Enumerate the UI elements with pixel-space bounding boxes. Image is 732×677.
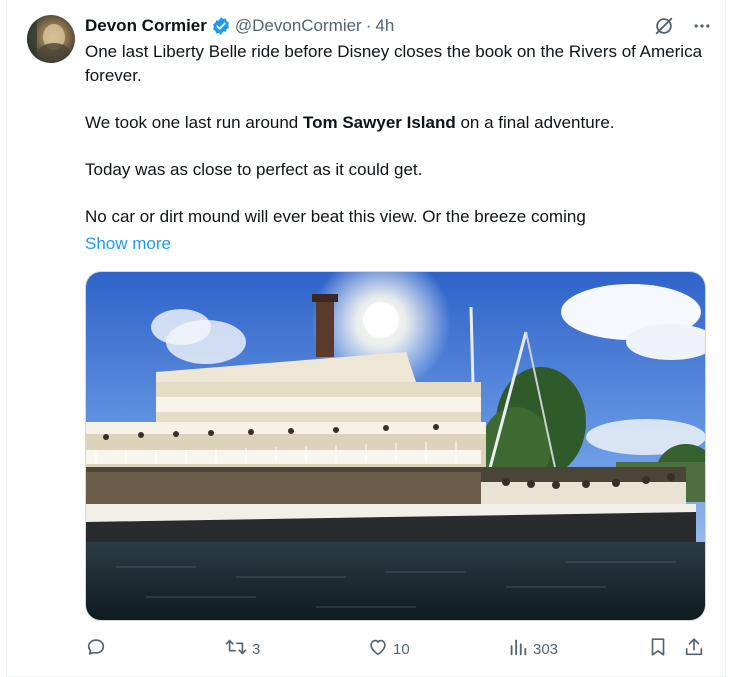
author-name[interactable]: Devon Cormier: [85, 16, 207, 36]
verified-badge-icon: [211, 16, 231, 36]
bold-text: Tom Sawyer Island: [303, 112, 456, 132]
reply-button[interactable]: [85, 636, 111, 662]
text-segment: We took one last run around: [85, 112, 303, 132]
tweet-media-image[interactable]: [85, 271, 706, 621]
separator-dot: ·: [365, 16, 372, 35]
tweet-header: Devon Cormier @DevonCormier · 4h: [85, 14, 394, 38]
author-handle[interactable]: @DevonCormier: [235, 16, 362, 36]
retweet-count: 3: [252, 640, 261, 658]
tweet-actions: 3 10 303: [85, 636, 706, 662]
retweet-button[interactable]: 3: [224, 636, 260, 662]
reply-icon: [85, 636, 107, 662]
tweet-text: One last Liberty Belle ride before Disne…: [85, 40, 705, 228]
heart-icon: [367, 636, 389, 662]
share-button[interactable]: [683, 636, 705, 662]
show-more-link[interactable]: Show more: [85, 234, 171, 254]
tweet-top-actions: [652, 14, 714, 38]
tweet-paragraph: One last Liberty Belle ride before Disne…: [85, 42, 703, 85]
text-segment: on a final adventure.: [455, 112, 615, 132]
views-icon: [507, 636, 529, 662]
avatar[interactable]: [27, 15, 75, 63]
grok-icon[interactable]: [652, 14, 676, 38]
retweet-icon: [224, 636, 248, 662]
like-count: 10: [393, 640, 410, 658]
share-icon: [683, 636, 705, 662]
timestamp[interactable]: 4h: [375, 16, 394, 36]
like-button[interactable]: 10: [367, 636, 410, 662]
views-count: 303: [533, 640, 559, 658]
tweet-paragraph: Today was as close to perfect as it coul…: [85, 159, 423, 179]
tweet-paragraph: We took one last run around Tom Sawyer I…: [85, 111, 705, 135]
bookmark-button[interactable]: [647, 636, 669, 662]
bookmark-icon: [647, 636, 669, 662]
more-icon[interactable]: [690, 14, 714, 38]
views-button[interactable]: 303: [507, 636, 558, 662]
tweet-paragraph: No car or dirt mound will ever beat this…: [85, 206, 586, 226]
